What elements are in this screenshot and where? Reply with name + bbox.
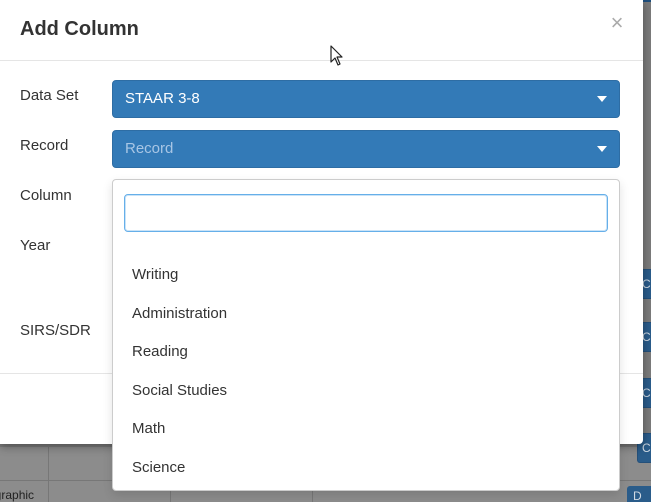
dropdown-option-science[interactable]: Science <box>113 449 619 488</box>
data-set-select[interactable]: STAAR 3-8 <box>112 80 620 118</box>
background-table-divider <box>48 447 49 502</box>
data-set-label: Data Set <box>20 87 79 104</box>
dropdown-option-reading[interactable]: Reading <box>113 333 619 372</box>
background-table-cell: ographic <box>0 488 35 502</box>
dropdown-option-writing[interactable]: Writing <box>113 256 619 295</box>
column-dropdown: Writing Administration Reading Social St… <box>112 179 620 491</box>
record-select[interactable]: Record <box>112 130 620 168</box>
close-icon[interactable]: × <box>606 12 628 34</box>
dropdown-option-social-studies[interactable]: Social Studies <box>113 372 619 411</box>
year-label: Year <box>20 237 51 254</box>
background-button: D <box>627 486 651 502</box>
modal-header: Add Column × <box>0 0 643 61</box>
record-label: Record <box>20 137 69 154</box>
record-placeholder: Record <box>125 140 174 157</box>
column-label: Column <box>20 187 72 204</box>
column-option-list: Writing Administration Reading Social St… <box>113 256 619 488</box>
mouse-cursor-icon <box>330 45 343 66</box>
data-set-value: STAAR 3-8 <box>125 90 200 107</box>
dropdown-option-math[interactable]: Math <box>113 410 619 449</box>
chevron-down-icon <box>597 96 607 102</box>
modal-title: Add Column <box>20 18 139 40</box>
column-search-input[interactable] <box>124 194 608 232</box>
chevron-down-icon <box>597 146 607 152</box>
sirs-sdr-label: SIRS/SDR <box>20 322 91 339</box>
dropdown-option-administration[interactable]: Administration <box>113 295 619 334</box>
